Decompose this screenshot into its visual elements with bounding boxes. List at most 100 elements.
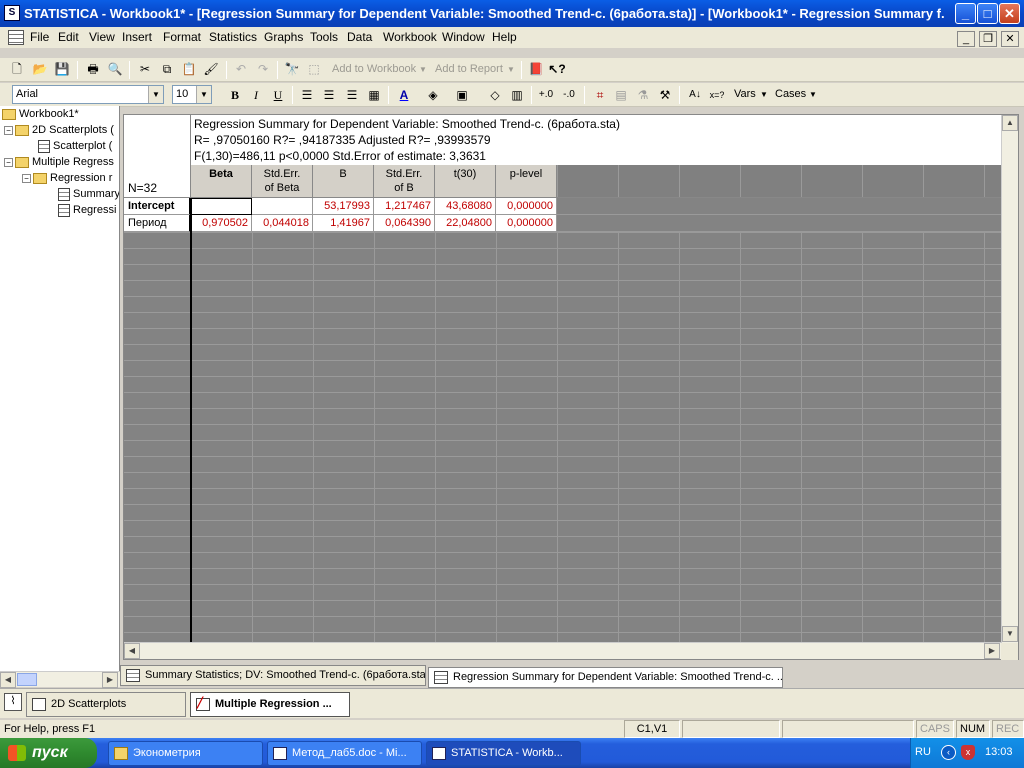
mdi-restore-button[interactable]: ❐ bbox=[979, 31, 997, 47]
graph-icon[interactable]: ⌇ bbox=[4, 693, 22, 711]
tree-node-summary[interactable]: Summary bbox=[0, 186, 119, 202]
add-to-workbook-button[interactable]: Add to Workbook bbox=[332, 63, 416, 75]
vertical-scrollbar[interactable]: ▲ ▼ bbox=[1001, 115, 1018, 643]
chart-icon[interactable]: ⚗ bbox=[634, 86, 652, 104]
menu-window[interactable]: Window bbox=[442, 30, 485, 44]
font-size-select[interactable]: 10 ▼ bbox=[172, 85, 212, 104]
cases-button[interactable]: Cases bbox=[775, 88, 806, 100]
column-header-beta[interactable]: Beta bbox=[191, 165, 252, 198]
language-indicator[interactable]: RU bbox=[915, 746, 931, 758]
tree-node-multiple-regression[interactable]: − Multiple Regress bbox=[0, 154, 119, 170]
column-header-b[interactable]: B bbox=[313, 165, 374, 198]
select-icon[interactable]: ⬚ bbox=[305, 60, 323, 78]
chevron-down-icon[interactable]: ▼ bbox=[760, 90, 768, 99]
collapse-icon[interactable]: − bbox=[4, 125, 13, 135]
menu-workbook[interactable]: Workbook bbox=[383, 30, 437, 44]
new-icon[interactable]: 🗋 bbox=[8, 60, 26, 78]
align-center-icon[interactable]: ☰ bbox=[320, 86, 338, 104]
table-cell[interactable]: 0,970502 bbox=[191, 215, 252, 232]
scroll-up-icon[interactable]: ▲ bbox=[1002, 115, 1018, 131]
menu-statistics[interactable]: Statistics bbox=[209, 30, 257, 44]
mdi-close-button[interactable]: ✕ bbox=[1001, 31, 1019, 47]
tab-regression-summary[interactable]: Regression Summary for Dependent Variabl… bbox=[428, 667, 783, 688]
tab-summary-statistics[interactable]: Summary Statistics; DV: Smoothed Trend-c… bbox=[120, 665, 426, 686]
maximize-button[interactable]: □ bbox=[977, 3, 998, 24]
row-header-period[interactable]: Период bbox=[124, 215, 191, 232]
vars-button[interactable]: Vars bbox=[734, 88, 756, 100]
taskbar-item-folder[interactable]: Эконометрия bbox=[108, 741, 263, 766]
horizontal-scrollbar[interactable]: ◀ ▶ bbox=[124, 642, 1001, 659]
document-icon[interactable] bbox=[8, 30, 24, 45]
start-button[interactable]: пуск bbox=[0, 738, 97, 768]
close-button[interactable]: ✕ bbox=[999, 3, 1020, 24]
mark-cells-icon[interactable]: ⌗ bbox=[591, 86, 609, 104]
scroll-right-icon[interactable]: ▶ bbox=[984, 643, 1000, 659]
help-pointer-icon[interactable]: ↖? bbox=[548, 60, 566, 78]
menu-format[interactable]: Format bbox=[163, 30, 201, 44]
security-shield-icon[interactable]: x bbox=[961, 745, 975, 760]
italic-icon[interactable]: I bbox=[247, 86, 265, 104]
menu-view[interactable]: View bbox=[89, 30, 115, 44]
scroll-down-icon[interactable]: ▼ bbox=[1002, 626, 1018, 642]
table-cell[interactable]: 43,68080 bbox=[435, 198, 496, 215]
paste-icon[interactable]: 📋 bbox=[180, 60, 198, 78]
menu-tools[interactable]: Tools bbox=[310, 30, 338, 44]
column-header-std-err-b[interactable]: Std.Err. of B bbox=[374, 165, 435, 198]
clear-format-icon[interactable]: ◇ bbox=[486, 86, 504, 104]
menu-edit[interactable]: Edit bbox=[58, 30, 79, 44]
table-cell[interactable]: 53,17993 bbox=[313, 198, 374, 215]
minimize-button[interactable]: _ bbox=[955, 3, 976, 24]
increase-decimal-icon[interactable]: +.0 bbox=[537, 86, 555, 104]
open-icon[interactable]: 📂 bbox=[31, 60, 49, 78]
taskbar-item-statistica[interactable]: STATISTICA - Workb... bbox=[426, 741, 581, 766]
scroll-thumb[interactable] bbox=[17, 673, 37, 686]
fill-color-icon[interactable]: ◈ bbox=[424, 86, 442, 104]
tree-node-scatterplots[interactable]: − 2D Scatterplots ( bbox=[0, 122, 119, 138]
bold-icon[interactable]: B bbox=[226, 86, 244, 104]
print-preview-icon[interactable]: 🔍 bbox=[106, 60, 124, 78]
scroll-left-icon[interactable]: ◀ bbox=[0, 672, 16, 688]
chevron-down-icon[interactable]: ▼ bbox=[419, 65, 427, 74]
scroll-right-icon[interactable]: ▶ bbox=[102, 672, 118, 688]
row-header-intercept[interactable]: Intercept bbox=[124, 198, 191, 215]
chevron-down-icon[interactable]: ▼ bbox=[809, 90, 817, 99]
font-name-select[interactable]: Arial ▼ bbox=[12, 85, 164, 104]
align-right-icon[interactable]: ☰ bbox=[343, 86, 361, 104]
tree-node-workbook[interactable]: Workbook1* bbox=[0, 106, 119, 122]
redo-icon[interactable]: ↷ bbox=[254, 60, 272, 78]
save-icon[interactable]: 💾 bbox=[53, 60, 71, 78]
grid-icon[interactable]: ▥ bbox=[508, 86, 526, 104]
menu-data[interactable]: Data bbox=[347, 30, 372, 44]
menu-graphs[interactable]: Graphs bbox=[264, 30, 303, 44]
collapse-icon[interactable]: − bbox=[4, 157, 13, 167]
undo-icon[interactable]: ↶ bbox=[232, 60, 250, 78]
table-cell[interactable]: 0,000000 bbox=[496, 215, 557, 232]
copy-icon[interactable]: ⧉ bbox=[158, 60, 176, 78]
mdi-task-multiple-regression[interactable]: ╱ Multiple Regression ... bbox=[190, 692, 350, 717]
print-icon[interactable]: 🖶 bbox=[84, 60, 102, 78]
border-icon[interactable]: ▣ bbox=[453, 86, 471, 104]
table-cell[interactable]: 22,04800 bbox=[435, 215, 496, 232]
tree-node-regression-doc[interactable]: Regressi bbox=[0, 202, 119, 218]
table-cell[interactable] bbox=[252, 198, 313, 215]
formula-icon[interactable]: x=? bbox=[708, 86, 726, 104]
tree-node-scatterplot[interactable]: Scatterplot ( bbox=[0, 138, 119, 154]
table-cell[interactable]: 1,217467 bbox=[374, 198, 435, 215]
mdi-minimize-button[interactable]: _ bbox=[957, 31, 975, 47]
book-icon[interactable]: 📕 bbox=[527, 60, 545, 78]
cut-icon[interactable]: ✂ bbox=[136, 60, 154, 78]
cell-format-icon[interactable]: ▦ bbox=[365, 86, 383, 104]
align-left-icon[interactable]: ☰ bbox=[298, 86, 316, 104]
table-cell[interactable]: 0,064390 bbox=[374, 215, 435, 232]
scroll-left-icon[interactable]: ◀ bbox=[124, 643, 140, 659]
chevron-down-icon[interactable]: ▼ bbox=[507, 65, 515, 74]
menu-file[interactable]: File bbox=[30, 30, 49, 44]
decrease-decimal-icon[interactable]: -.0 bbox=[560, 86, 578, 104]
table-cell[interactable]: 0,044018 bbox=[252, 215, 313, 232]
mdi-task-scatterplots[interactable]: 2D Scatterplots bbox=[26, 692, 186, 717]
column-header-std-err-beta[interactable]: Std.Err. of Beta bbox=[252, 165, 313, 198]
chevron-left-icon[interactable]: ‹ bbox=[941, 745, 956, 760]
column-header-t[interactable]: t(30) bbox=[435, 165, 496, 198]
format-painter-icon[interactable]: 🖌 bbox=[202, 60, 220, 78]
sort-icon[interactable]: A↓ bbox=[686, 86, 704, 104]
